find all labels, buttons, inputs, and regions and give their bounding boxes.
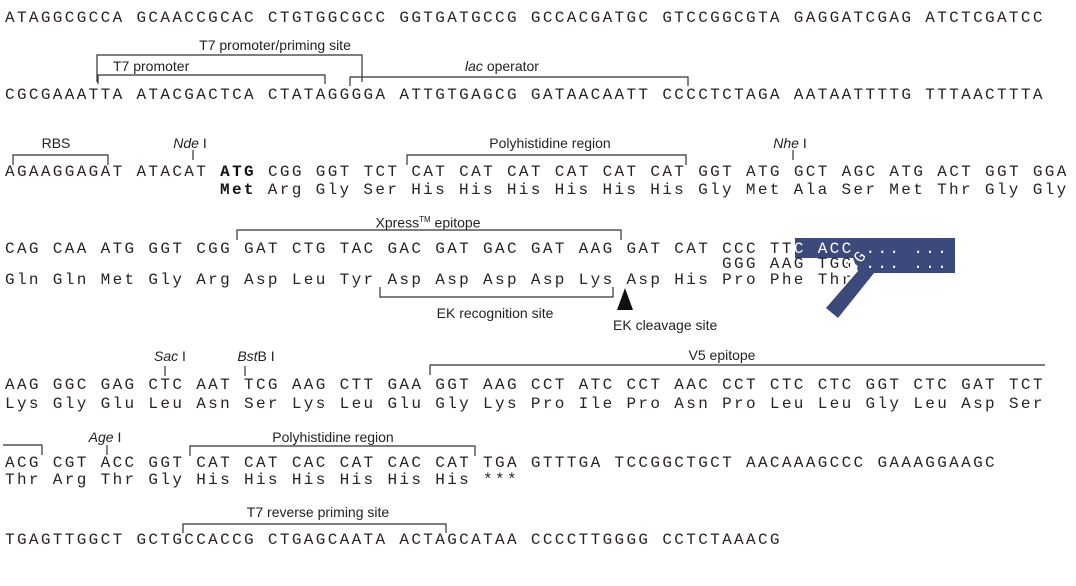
complement-line-4: GGG AAG TGG ... ... (722, 255, 949, 273)
topo-overhang-highlight (795, 238, 955, 318)
seq4-main: CAG CAA ATG GGT CGG GAT CTG TAC GAC GAT … (5, 240, 794, 258)
complement-main: GGG AAG TGG (722, 255, 854, 273)
